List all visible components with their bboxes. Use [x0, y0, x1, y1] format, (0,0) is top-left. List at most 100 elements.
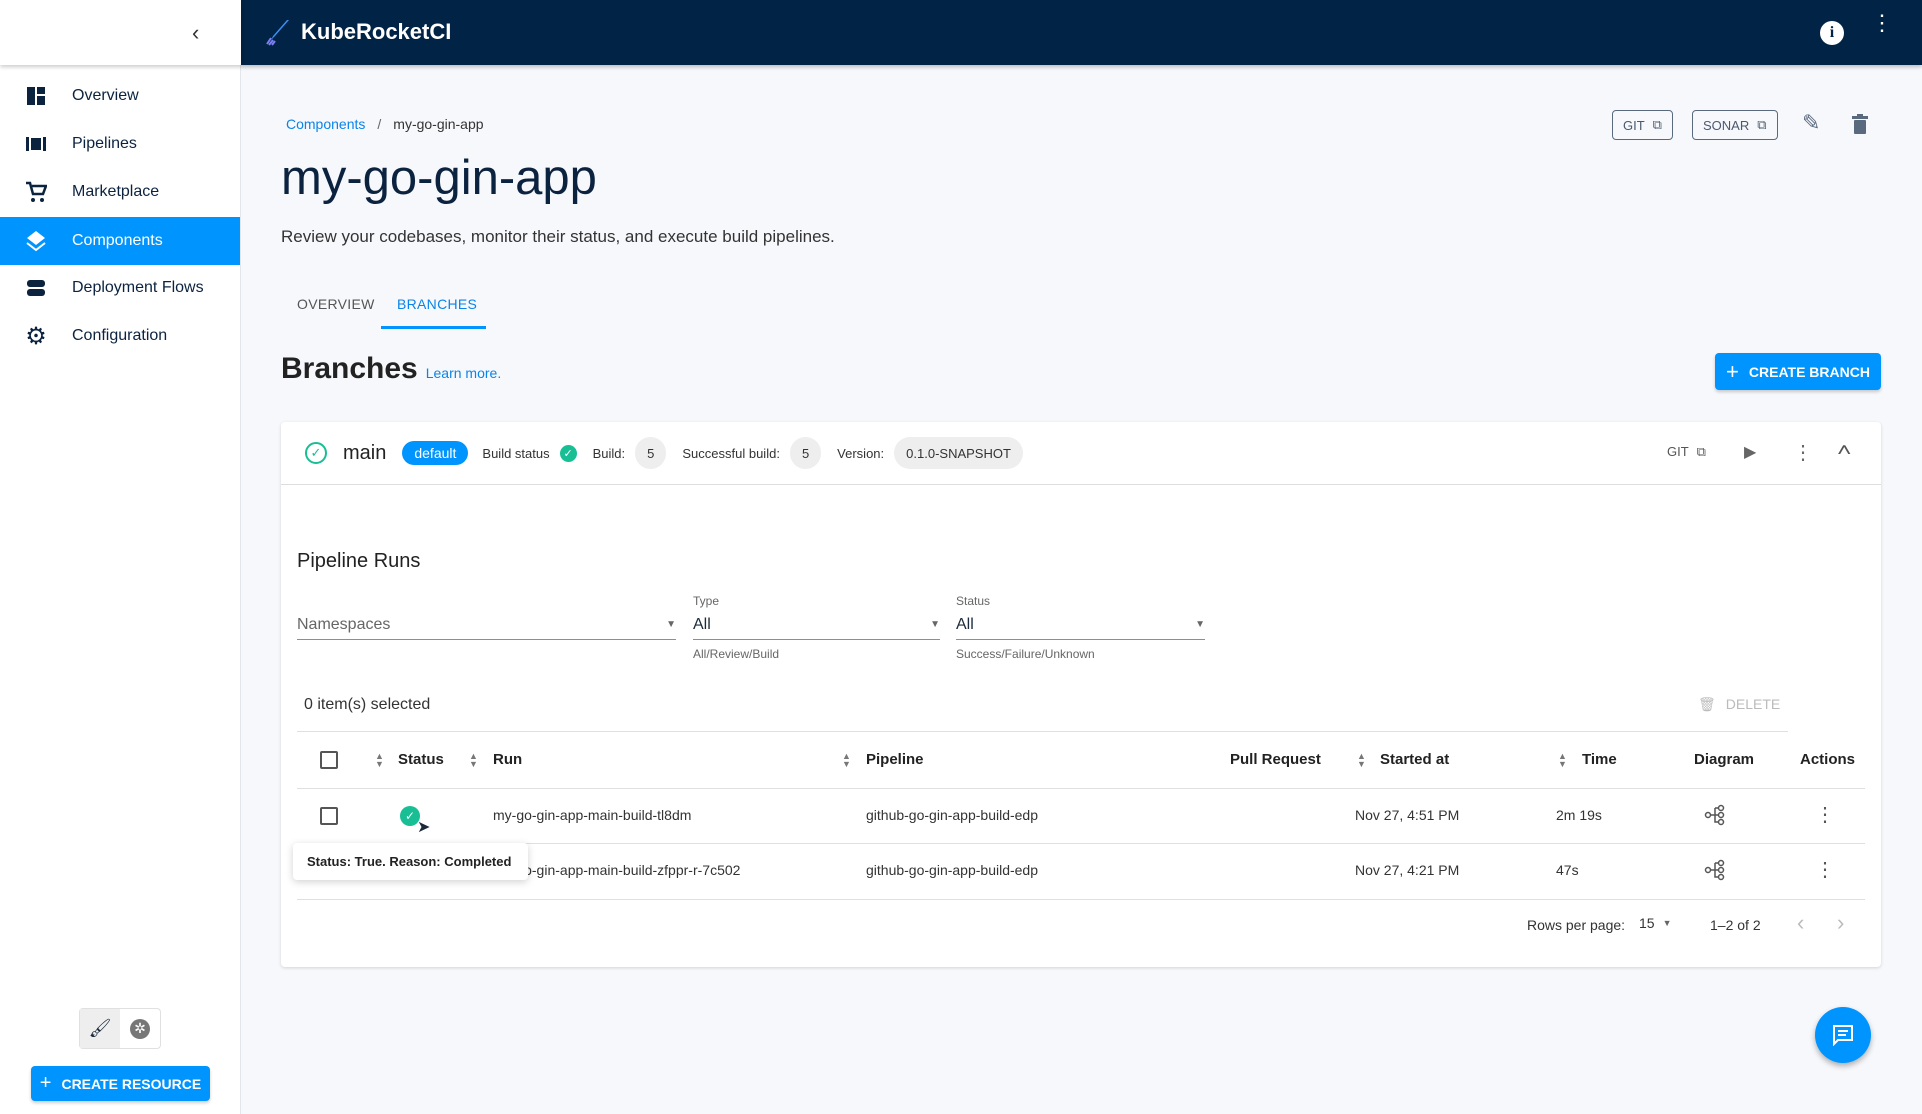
sort-icon[interactable]: ▲ ▼ — [1558, 752, 1567, 769]
more-vert-icon[interactable]: ⋮ — [1871, 12, 1893, 34]
rows-per-page-select[interactable]: 15 ▼ — [1639, 915, 1672, 931]
chevron-left-icon[interactable]: ‹ — [192, 20, 199, 46]
diagram-icon[interactable] — [1704, 859, 1726, 886]
sort-icon[interactable]: ▲ ▼ — [469, 752, 478, 769]
breadcrumb-separator: / — [377, 116, 382, 132]
select-all-checkbox[interactable] — [320, 751, 338, 769]
create-resource-button[interactable]: + CREATE RESOURCE — [31, 1066, 210, 1101]
play-icon[interactable]: ▶ — [1744, 442, 1756, 462]
flows-icon — [0, 279, 72, 297]
create-resource-label: CREATE RESOURCE — [61, 1075, 202, 1092]
column-status[interactable]: Status — [398, 751, 444, 768]
duration: 2m 19s — [1556, 807, 1602, 823]
tab-branches[interactable]: BRANCHES — [397, 296, 477, 312]
pipeline-runs-title: Pipeline Runs — [297, 550, 421, 572]
divider — [297, 899, 1865, 900]
next-page-icon[interactable]: › — [1837, 910, 1844, 936]
sidebar-item-label: Marketplace — [72, 183, 160, 200]
plus-icon: + — [1726, 358, 1739, 384]
type-label: Type — [693, 594, 720, 608]
branch-name: main — [343, 441, 387, 464]
sidebar-item-deployment-flows[interactable]: Deployment Flows — [0, 264, 240, 312]
status-helper: Success/Failure/Unknown — [956, 647, 1095, 661]
pipeline-link[interactable]: github-go-gin-app-build-edp — [866, 807, 1038, 823]
sidebar-item-configuration[interactable]: ⚙ Configuration — [0, 312, 240, 360]
row-actions-icon[interactable]: ⋮ — [1815, 802, 1835, 827]
collapse-icon[interactable]: ˄ — [1837, 440, 1852, 461]
chat-button[interactable] — [1815, 1007, 1871, 1063]
build-status-label: Build status — [482, 445, 550, 461]
sidebar-item-pipelines[interactable]: Pipelines — [0, 120, 240, 168]
column-pipeline[interactable]: Pipeline — [866, 751, 924, 768]
build-label: Build: — [592, 445, 626, 461]
trash-icon: 🗑 — [1698, 696, 1716, 712]
delete-button[interactable]: 🗑 DELETE — [1698, 696, 1780, 713]
default-badge: default — [402, 441, 469, 465]
type-select[interactable]: All ▼ — [693, 610, 940, 640]
create-branch-button[interactable]: + CREATE BRANCH — [1715, 353, 1881, 390]
edit-icon[interactable]: ✎ — [1802, 110, 1820, 136]
status-label: Status — [956, 594, 991, 608]
more-vert-icon[interactable]: ⋮ — [1793, 440, 1813, 465]
git-link-button[interactable]: GIT ⧉ — [1612, 110, 1673, 140]
selected-count: 0 item(s) selected — [304, 696, 431, 713]
sidebar-item-label: Deployment Flows — [72, 279, 204, 296]
layers-icon — [0, 230, 72, 252]
prev-page-icon[interactable]: ‹ — [1797, 910, 1804, 936]
sort-icon[interactable]: ▲ ▼ — [842, 752, 851, 769]
row-actions-icon[interactable]: ⋮ — [1815, 857, 1835, 882]
app-title: KubeRocketCI — [301, 19, 452, 44]
tab-overview[interactable]: OVERVIEW — [297, 296, 375, 312]
namespaces-placeholder: Namespaces — [297, 615, 391, 633]
run-link[interactable]: my-go-gin-app-main-build-tl8dm — [493, 807, 691, 823]
table-row: my-go-gin-app-main-build-zfppr-r-7c502 g… — [0, 843, 1922, 899]
column-started-at[interactable]: Started at — [1380, 751, 1449, 768]
sidebar-item-components[interactable]: Components — [0, 217, 240, 265]
caret-down-icon: ▼ — [930, 619, 940, 630]
column-run[interactable]: Run — [493, 751, 522, 768]
mode-toggle: 🖌 ✲ — [79, 1008, 161, 1049]
diagram-icon[interactable] — [1704, 804, 1726, 831]
page-title: my-go-gin-app — [281, 151, 597, 205]
run-link[interactable]: my-go-gin-app-main-build-zfppr-r-7c502 — [493, 862, 740, 878]
table-row: ✓ my-go-gin-app-main-build-tl8dm github-… — [0, 788, 1922, 843]
sidebar: ‹ Overview Pipelines Marketplace Compone… — [0, 0, 241, 1114]
sidebar-item-overview[interactable]: Overview — [0, 72, 240, 120]
column-diagram: Diagram — [1694, 751, 1755, 768]
status-select[interactable]: All ▼ — [956, 610, 1205, 640]
plus-icon: + — [39, 1072, 52, 1094]
version-chip: 0.1.0-SNAPSHOT — [894, 437, 1023, 469]
sort-icon[interactable]: ▲ ▼ — [375, 752, 384, 769]
breadcrumb: Components / my-go-gin-app — [286, 116, 484, 132]
rows-per-page-label: Rows per page: — [1527, 917, 1626, 933]
row-checkbox[interactable] — [320, 807, 338, 825]
caret-down-icon: ▼ — [1195, 619, 1205, 630]
branch-git-button[interactable]: GIT ⧉ — [1667, 444, 1706, 460]
open-in-new-icon: ⧉ — [1696, 444, 1706, 459]
rocket-mode-button[interactable]: 🖌 — [80, 1009, 120, 1048]
sort-icon[interactable]: ▲ ▼ — [1357, 752, 1366, 769]
pipeline-link[interactable]: github-go-gin-app-build-edp — [866, 862, 1038, 878]
top-app-bar: KubeRocketCI i ⋮ — [241, 0, 1922, 65]
sidebar-item-label: Components — [72, 232, 163, 249]
learn-more-link[interactable]: Learn more. — [426, 365, 501, 381]
branch-header[interactable]: ✓ main default Build status ✓ Build: 5 S… — [281, 422, 1881, 485]
branches-title: Branches — [281, 352, 418, 385]
open-in-new-icon: ⧉ — [1757, 117, 1767, 132]
caret-down-icon: ▼ — [666, 619, 676, 630]
build-count: 5 — [635, 437, 667, 469]
status-value: All — [956, 615, 974, 633]
kubernetes-mode-button[interactable]: ✲ — [120, 1009, 160, 1048]
breadcrumb-components-link[interactable]: Components — [286, 116, 365, 132]
sidebar-item-label: Pipelines — [72, 135, 137, 152]
column-time[interactable]: Time — [1582, 751, 1617, 768]
namespaces-select[interactable]: Namespaces ▼ — [297, 610, 676, 640]
logo[interactable]: KubeRocketCI — [265, 18, 451, 46]
sonar-link-button[interactable]: SONAR ⧉ — [1692, 110, 1778, 140]
gear-icon: ⚙ — [25, 322, 47, 350]
sidebar-item-marketplace[interactable]: Marketplace — [0, 168, 240, 216]
delete-icon[interactable] — [1852, 114, 1868, 139]
started-at: Nov 27, 4:51 PM — [1355, 807, 1460, 823]
rocket-logo-icon — [266, 20, 289, 46]
info-icon[interactable]: i — [1820, 21, 1844, 45]
